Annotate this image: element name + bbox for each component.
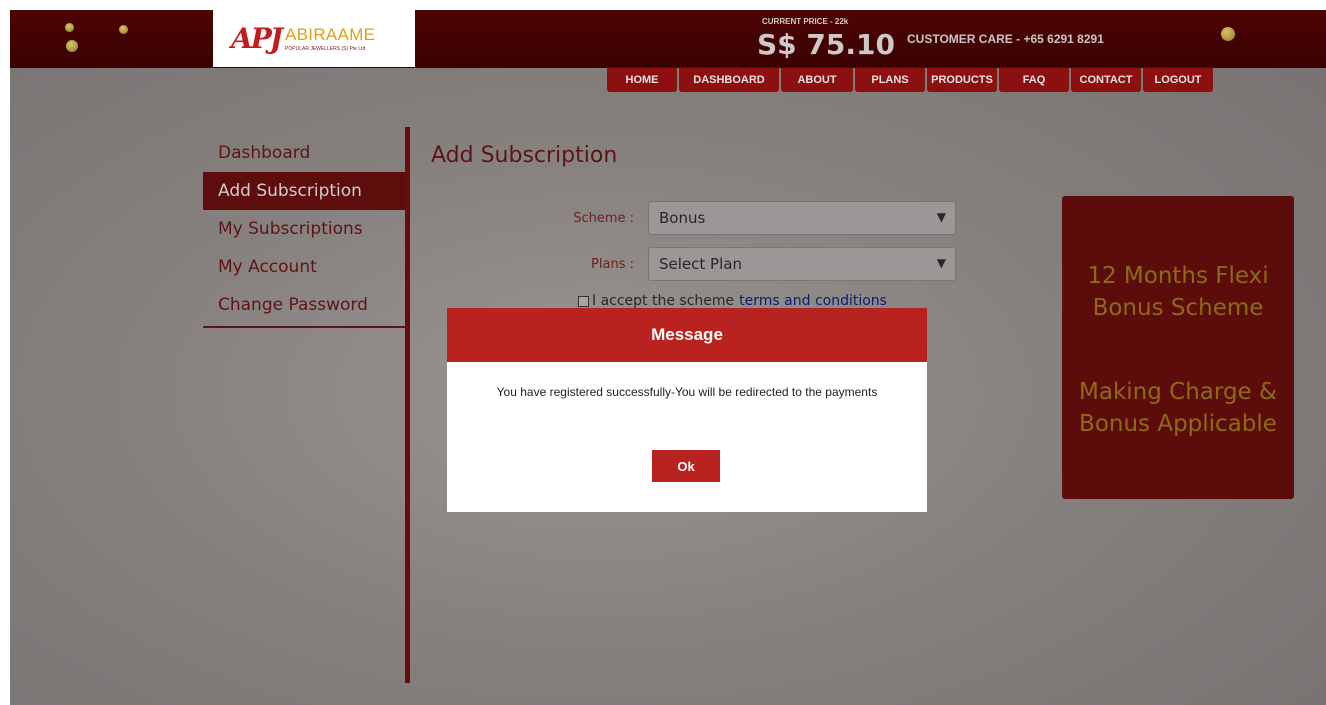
promo-line: Bonus Applicable <box>1079 411 1277 437</box>
vertical-divider <box>405 127 410 683</box>
chevron-down-icon: ▼ <box>936 210 946 224</box>
nav-products[interactable]: PRODUCTS <box>927 67 997 92</box>
page-title: Add Subscription <box>431 143 618 168</box>
nav-logout[interactable]: LOGOUT <box>1143 67 1213 92</box>
plans-select-value: Select Plan <box>659 255 742 273</box>
customer-care-text: CUSTOMER CARE - +65 6291 8291 <box>907 32 1104 46</box>
scheme-label: Scheme : <box>573 211 634 226</box>
promo-scheme-text: 12 Months Flexi Bonus Scheme <box>1062 260 1294 324</box>
sidebar-item-add-subscription[interactable]: Add Subscription <box>203 172 405 210</box>
chevron-down-icon: ▼ <box>936 256 946 270</box>
message-dialog: Message You have registered successfully… <box>447 308 927 512</box>
logo-text: ABIRAAME POPULAR JEWELLERS (S) Pte Ltd <box>285 25 375 52</box>
current-price-value: S$ 75.10 <box>757 28 895 61</box>
plans-select[interactable]: Select Plan ▼ <box>648 247 956 281</box>
decorative-dot <box>66 40 78 52</box>
decorative-dot <box>1221 27 1235 41</box>
nav-home[interactable]: HOME <box>607 67 677 92</box>
app-frame: APJ ABIRAAME POPULAR JEWELLERS (S) Pte L… <box>10 10 1326 705</box>
current-price-label: CURRENT PRICE - 22k <box>762 17 849 26</box>
terms-text: I accept the scheme <box>592 293 735 309</box>
promo-line: Making Charge & <box>1079 379 1277 405</box>
nav-contact[interactable]: CONTACT <box>1071 67 1141 92</box>
terms-row: I accept the scheme terms and conditions <box>578 293 887 309</box>
dialog-message: You have registered successfully-You wil… <box>496 385 878 399</box>
sidebar-item-change-password[interactable]: Change Password <box>203 286 405 324</box>
nav-dashboard[interactable]: DASHBOARD <box>679 67 779 92</box>
nav-about[interactable]: ABOUT <box>781 67 853 92</box>
scheme-select-value: Bonus <box>659 209 706 227</box>
ok-button[interactable]: Ok <box>652 450 720 482</box>
promo-panel: 12 Months Flexi Bonus Scheme Making Char… <box>1062 196 1294 499</box>
sidebar-item-my-subscriptions[interactable]: My Subscriptions <box>203 210 405 248</box>
sidebar-item-dashboard[interactable]: Dashboard <box>203 134 405 172</box>
nav-faq[interactable]: FAQ <box>999 67 1069 92</box>
logo-subtitle: POPULAR JEWELLERS (S) Pte Ltd <box>285 46 366 52</box>
logo-mark: APJ <box>231 22 283 55</box>
scheme-select[interactable]: Bonus ▼ <box>648 201 956 235</box>
logo-name: ABIRAAME <box>285 25 376 44</box>
terms-checkbox[interactable] <box>578 295 589 307</box>
decorative-dot <box>119 25 128 34</box>
sidebar: Dashboard Add Subscription My Subscripti… <box>203 134 405 328</box>
terms-link[interactable]: terms and conditions <box>739 293 887 309</box>
plans-label: Plans : <box>591 257 634 272</box>
nav-plans[interactable]: PLANS <box>855 67 925 92</box>
decorative-dot <box>65 23 74 32</box>
header-bar: APJ ABIRAAME POPULAR JEWELLERS (S) Pte L… <box>10 10 1326 68</box>
promo-line: 12 Months Flexi <box>1087 263 1269 289</box>
sidebar-divider <box>203 326 405 328</box>
site-logo[interactable]: APJ ABIRAAME POPULAR JEWELLERS (S) Pte L… <box>213 10 415 67</box>
main-nav: HOME DASHBOARD ABOUT PLANS PRODUCTS FAQ … <box>607 67 1213 92</box>
promo-charge-text: Making Charge & Bonus Applicable <box>1062 376 1294 440</box>
promo-line: Bonus Scheme <box>1092 295 1264 321</box>
sidebar-item-my-account[interactable]: My Account <box>203 248 405 286</box>
dialog-title: Message <box>447 308 927 362</box>
